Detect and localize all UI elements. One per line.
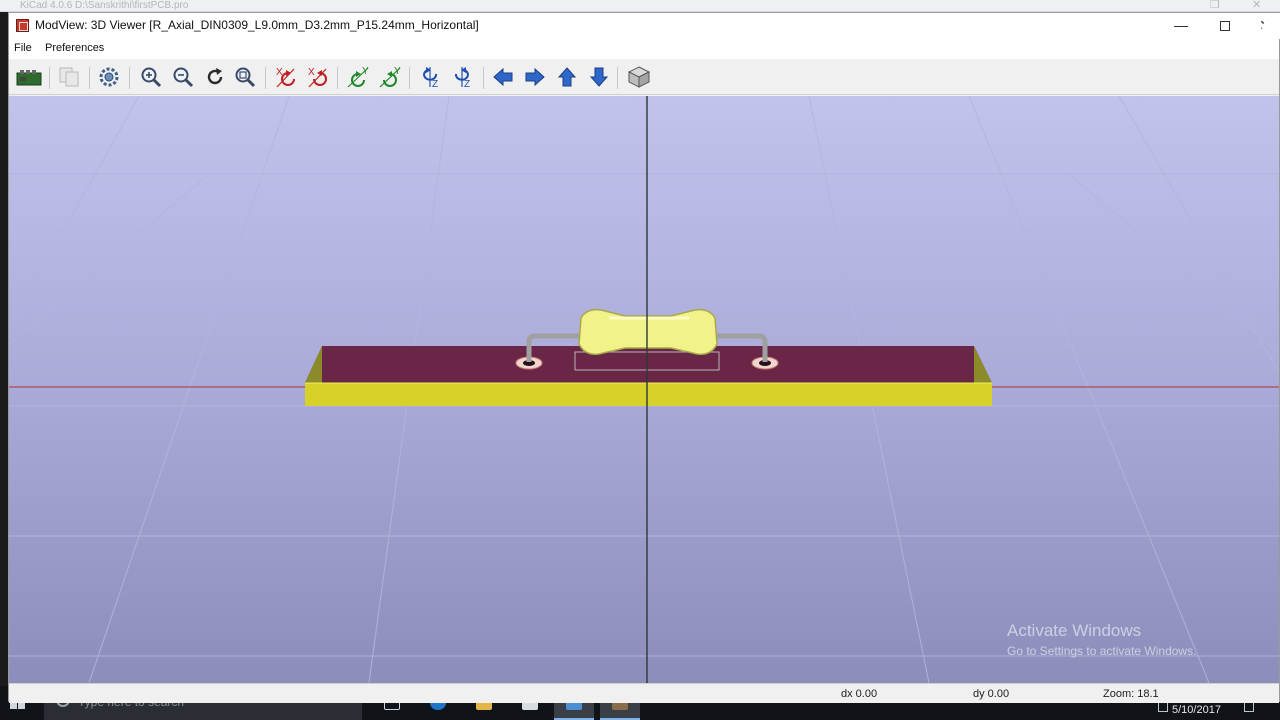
status-dx: dx 0.00	[841, 688, 878, 700]
zoom-out-icon[interactable]	[169, 63, 197, 91]
copy-to-clipboard-icon[interactable]	[55, 63, 83, 91]
pcb-board	[305, 346, 992, 406]
svg-text:Y: Y	[362, 66, 369, 77]
move-left-icon[interactable]	[489, 63, 517, 91]
toolbar-separator	[409, 67, 410, 89]
menu-bar: File Preferences	[9, 39, 1279, 59]
maximize-icon	[1220, 21, 1230, 31]
menu-preferences[interactable]: Preferences	[45, 42, 104, 54]
menu-file[interactable]: File	[14, 42, 32, 54]
rotate-x-ccw-icon[interactable]: X	[305, 63, 333, 91]
screen: KiCad 4.0.6 D:\Sanskrithi\firstPCB.pro ❐…	[0, 0, 1280, 720]
settings-gear-icon[interactable]	[95, 63, 123, 91]
toolbar-separator	[89, 67, 90, 89]
toolbar: X X Y Y Z Z	[9, 59, 1279, 95]
reload-board-icon[interactable]	[15, 63, 43, 91]
move-up-icon[interactable]	[553, 63, 581, 91]
toolbar-separator	[617, 67, 618, 89]
status-zoom: Zoom: 18.1	[1103, 688, 1159, 700]
svg-text:Z: Z	[464, 79, 470, 89]
rotate-z-ccw-icon[interactable]: Z	[449, 63, 477, 91]
svg-text:Z: Z	[432, 79, 438, 89]
close-icon[interactable]: ✕	[1252, 0, 1261, 11]
background-window[interactable]: KiCad 4.0.6 D:\Sanskrithi\firstPCB.pro ❐…	[0, 0, 1280, 12]
ortho-view-icon[interactable]	[625, 63, 653, 91]
background-window-title: KiCad 4.0.6 D:\Sanskrithi\firstPCB.pro	[20, 0, 189, 11]
taskbar-date[interactable]: 5/10/2017	[1172, 704, 1221, 716]
activate-windows-watermark: Activate Windows Go to Settings to activ…	[1007, 621, 1196, 658]
rotate-y-ccw-icon[interactable]: Y	[377, 63, 405, 91]
status-bar: dx 0.00 dy 0.00 Zoom: 18.1	[9, 683, 1279, 703]
move-right-icon[interactable]	[521, 63, 549, 91]
toolbar-separator	[483, 67, 484, 89]
minimize-icon: —	[1174, 17, 1188, 33]
resistor-body	[578, 308, 718, 356]
toolbar-separator	[265, 67, 266, 89]
modview-window: ModView: 3D Viewer [R_Axial_DIN0309_L9.0…	[8, 12, 1280, 703]
notifications-icon[interactable]	[1244, 702, 1254, 712]
move-down-icon[interactable]	[585, 63, 613, 91]
3d-viewport[interactable]: Activate Windows Go to Settings to activ…	[9, 96, 1279, 683]
redraw-icon[interactable]	[201, 63, 229, 91]
3d-scene	[9, 96, 1279, 683]
rotate-y-cw-icon[interactable]: Y	[345, 63, 373, 91]
network-icon[interactable]	[1158, 702, 1168, 712]
svg-text:X: X	[308, 67, 315, 78]
maximize-button[interactable]	[1203, 13, 1247, 39]
rotate-x-cw-icon[interactable]: X	[273, 63, 301, 91]
minimize-button[interactable]: —	[1159, 13, 1203, 39]
kicad-app-icon	[16, 19, 29, 32]
watermark-subtitle: Go to Settings to activate Windows.	[1007, 644, 1197, 658]
watermark-title: Activate Windows	[1007, 621, 1142, 640]
toolbar-separator	[129, 67, 130, 89]
toolbar-separator	[49, 67, 50, 89]
window-title: ModView: 3D Viewer [R_Axial_DIN0309_L9.0…	[35, 18, 479, 32]
zoom-in-icon[interactable]	[137, 63, 165, 91]
title-bar[interactable]: ModView: 3D Viewer [R_Axial_DIN0309_L9.0…	[9, 13, 1280, 39]
zoom-fit-icon[interactable]	[231, 63, 259, 91]
toolbar-separator	[337, 67, 338, 89]
rotate-z-cw-icon[interactable]: Z	[417, 63, 445, 91]
status-dy: dy 0.00	[973, 688, 1010, 700]
restore-icon[interactable]: ❐	[1210, 0, 1220, 11]
